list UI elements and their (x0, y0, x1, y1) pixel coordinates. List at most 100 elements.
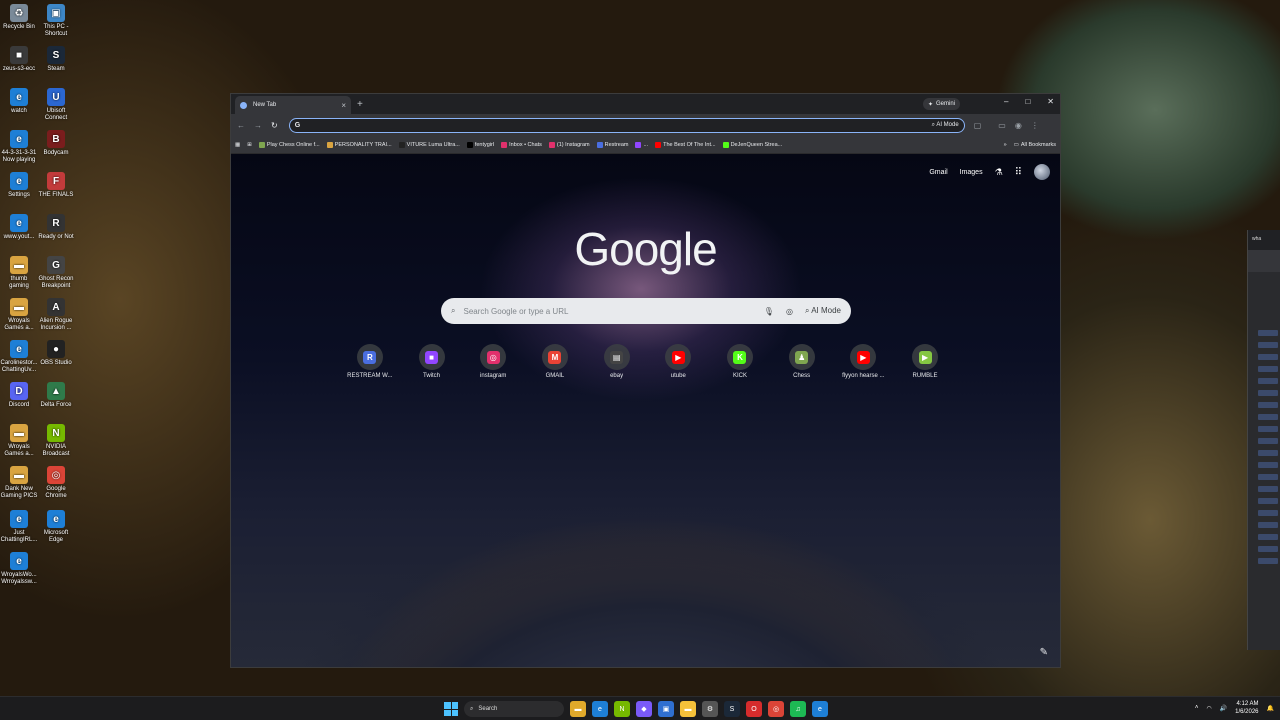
shortcut-tile[interactable]: ♟ Chess (771, 344, 833, 379)
desktop-icon[interactable]: e Microsoft Edge (37, 510, 75, 544)
taskbar-app-settings-icon[interactable]: ⚙ (702, 701, 718, 717)
shortcut-tile[interactable]: ▶ flyyon hearse ... (833, 344, 895, 379)
chevron-up-icon[interactable]: ˄ (1195, 705, 1199, 711)
shortcut-tile[interactable]: K KICK (709, 344, 771, 379)
forward-button[interactable]: → (254, 121, 262, 130)
labs-flask-icon[interactable]: ⚗ (995, 167, 1003, 178)
gmail-link[interactable]: Gmail (929, 169, 947, 176)
profile-games-icon[interactable]: ◉ (1015, 121, 1022, 130)
desktop-icon[interactable]: F THE FINALS (37, 172, 75, 199)
extensions-icon[interactable]: ▢ (974, 121, 982, 130)
desktop-icon[interactable]: G Ghost Recon Breakpoint (37, 256, 75, 290)
customize-pen-icon[interactable]: ✎ (1040, 647, 1048, 658)
desktop-icon[interactable]: ▬ Wroyals Games a... (0, 298, 38, 332)
desktop-icon[interactable]: e Just ChattingIRL... (0, 510, 38, 544)
wifi-icon[interactable]: ◠ (1206, 705, 1211, 712)
shortcut-tile[interactable]: ▶ RUMBLE (894, 344, 956, 379)
lens-icon[interactable]: ◎ (786, 307, 793, 316)
bookmark-item[interactable]: Inbox • Chats (501, 141, 542, 148)
notifications-icon[interactable]: 🔔 (1267, 705, 1274, 712)
reload-button[interactable]: ↻ (271, 121, 278, 130)
voice-search-icon[interactable]: 🎙 (764, 307, 774, 316)
volume-icon[interactable]: 🔊 (1220, 705, 1227, 712)
shortcut-tile[interactable]: ▶ utube (647, 344, 709, 379)
tab-groups-icon[interactable]: ⊞ (247, 142, 252, 148)
desktop-icon[interactable]: S Steam (37, 46, 75, 73)
taskbar-app-opera-icon[interactable]: O (746, 701, 762, 717)
desktop-icon[interactable]: ▬ Wroyals Games a... (0, 424, 38, 458)
minimize-button[interactable]: – (1004, 97, 1008, 106)
search-input[interactable]: Search Google or type a URL (463, 307, 568, 316)
desktop-icon[interactable]: ▬ Dank New Gaming PICS (0, 466, 38, 500)
taskbar-app-explorer-icon[interactable]: ▬ (680, 701, 696, 717)
shortcut-tile[interactable]: ◎ instagram (462, 344, 524, 379)
bookmark-item[interactable]: ... (635, 141, 648, 148)
desktop-icon[interactable]: ■ zeus-s3-ecc (0, 46, 38, 73)
google-apps-icon[interactable]: ⠿ (1015, 167, 1022, 178)
desktop-icon[interactable]: ▣ This PC - Shortcut (37, 4, 75, 38)
desktop-icon[interactable]: U Ubisoft Connect (37, 88, 75, 122)
new-tab-button[interactable]: + (357, 99, 363, 110)
background-window[interactable]: wha (1247, 230, 1280, 650)
shortcut-tile[interactable]: ▤ ebay (586, 344, 648, 379)
desktop-icon[interactable]: e Carolinestor... ChattingUv... (0, 340, 38, 374)
address-bar[interactable]: G ⌕ AI Mode (288, 117, 965, 133)
taskbar-app-edge-icon[interactable]: e (592, 701, 608, 717)
bookmark-item[interactable]: (1) Instagram (548, 141, 590, 148)
omnibox-ai-mode-button[interactable]: ⌕ AI Mode (932, 122, 959, 129)
start-button[interactable] (444, 702, 458, 716)
gemini-button[interactable]: ✦ Gemini (922, 98, 960, 110)
taskbar-app-copilot-icon[interactable]: ◆ (636, 701, 652, 717)
desktop-icon[interactable]: ◎ Google Chrome (37, 466, 75, 500)
desktop-icon[interactable]: ▲ Delta Force (37, 382, 75, 409)
desktop-icon[interactable]: e WroyalsWo... Wrroyalssw... (0, 552, 38, 586)
taskbar-app-chrome-icon[interactable]: ◎ (768, 701, 784, 717)
bookmark-item[interactable]: VITURE Luma Ultra... (398, 141, 460, 148)
desktop-icon[interactable]: B Bodycam (37, 130, 75, 157)
taskbar-search[interactable]: ⌕ Search (464, 701, 564, 717)
desktop-icon[interactable]: A Alien Rogue Incursion ... (37, 298, 75, 332)
back-button[interactable]: ← (237, 121, 245, 130)
apps-grid-icon[interactable]: ▦ (235, 142, 240, 148)
shortcut-tile[interactable]: R RESTREAM W... (339, 344, 401, 379)
menu-kebab-icon[interactable]: ⋮ (1031, 121, 1039, 130)
taskbar-app-nvidia-icon[interactable]: N (614, 701, 630, 717)
bookmarks-overflow-icon[interactable]: » (1004, 142, 1007, 148)
bookmark-item[interactable]: DeJenQueen Strea... (722, 141, 782, 148)
shortcut-tile[interactable]: M GMAIL (524, 344, 586, 379)
desktop-icon[interactable]: ● OBS Studio (37, 340, 75, 367)
taskbar-search-input[interactable]: Search (478, 706, 497, 712)
images-link[interactable]: Images (960, 169, 983, 176)
bookmark-item[interactable]: Restream (596, 141, 628, 148)
desktop-icon[interactable]: R Ready or Not (37, 214, 75, 241)
desktop-icon[interactable]: N NVIDIA Broadcast (37, 424, 75, 458)
desktop-icon[interactable]: e watch (0, 88, 38, 115)
desktop-icon[interactable]: D Discord (0, 382, 38, 409)
shortcut-tile[interactable]: ■ Twitch (401, 344, 463, 379)
bookmark-item[interactable]: Play Chess Online f... (258, 141, 320, 148)
maximize-button[interactable]: □ (1025, 97, 1030, 106)
close-window-button[interactable]: ✕ (1047, 97, 1054, 106)
bookmark-item[interactable]: The Best Of The Int... (655, 141, 716, 148)
taskbar-app-steam-icon[interactable]: S (724, 701, 740, 717)
taskbar-app-spotify-icon[interactable]: ♫ (790, 701, 806, 717)
clock[interactable]: 4:12 AM 1/6/2026 (1235, 700, 1258, 716)
desktop-icon[interactable]: e www.yout... (0, 214, 38, 241)
bookmark-item[interactable]: fentygirl (466, 141, 494, 148)
ai-mode-button[interactable]: ⌕ AI Mode (805, 306, 841, 316)
side-panel-icon[interactable]: ▭ (998, 121, 1006, 130)
avatar[interactable] (1034, 164, 1050, 180)
all-bookmarks-button[interactable]: ▭ All Bookmarks (1014, 142, 1056, 148)
bookmark-item[interactable]: PERSONALITY TRAI... (326, 141, 392, 148)
desktop-icon[interactable]: ▬ thumb gaming (0, 256, 38, 290)
desktop-icon[interactable]: ♻ Recycle Bin (0, 4, 38, 31)
desktop-icon[interactable]: e 44-3-31-3-31 Now playing (0, 130, 38, 164)
taskbar-app-file-explorer-icon[interactable]: ▬ (570, 701, 586, 717)
desktop-icon[interactable]: e Settings (0, 172, 38, 199)
taskbar-app-store-icon[interactable]: ▣ (658, 701, 674, 717)
tab-close-icon[interactable]: × (341, 101, 346, 110)
tab-new-tab[interactable]: New Tab × (235, 96, 351, 114)
taskbar-app-edge-dev-icon[interactable]: e (812, 701, 828, 717)
background-window-tab[interactable]: wha (1248, 230, 1280, 250)
search-box[interactable]: ⌕ Search Google or type a URL 🎙 ◎ ⌕ AI M… (441, 298, 851, 324)
